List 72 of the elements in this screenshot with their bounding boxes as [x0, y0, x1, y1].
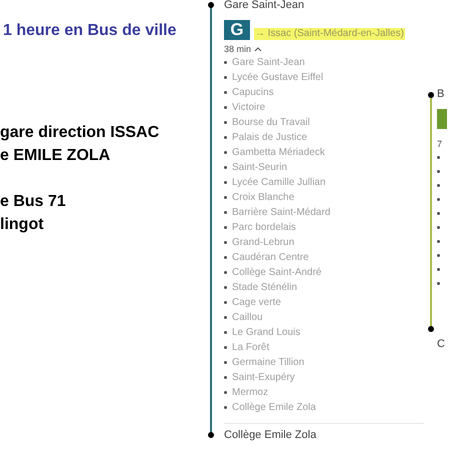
- bullet-icon: [224, 106, 227, 109]
- text-line: gare direction ISSAC: [0, 123, 160, 143]
- line-badge: [437, 109, 447, 129]
- bullet-icon: [224, 316, 227, 319]
- stop-name: Bourse du Travail: [232, 116, 310, 130]
- stop-name: Lycée Camille Jullian: [232, 176, 326, 190]
- bullet-icon: [437, 268, 440, 270]
- stop-name: Victoire: [232, 101, 266, 115]
- chevron-up-icon: [254, 46, 262, 52]
- stop-name: Caudéran Centre: [232, 251, 309, 265]
- departure-stop: B: [437, 88, 446, 100]
- bullet-icon: [437, 156, 440, 158]
- bullet-icon: [224, 346, 227, 349]
- stop-name: Saint-Seurin: [232, 161, 288, 175]
- text-line: lingot: [0, 215, 45, 235]
- bullet-icon: [224, 286, 227, 289]
- bullet-icon: [224, 136, 227, 139]
- bullet-icon: [437, 212, 440, 214]
- stop-name: Croix Blanche: [232, 191, 294, 205]
- stop-name: Barrière Saint-Médard: [232, 206, 330, 220]
- arrival-stop: C: [437, 338, 446, 350]
- stop-name: Collège Saint-André: [232, 266, 322, 280]
- stop-name: Gambetta Mériadeck: [232, 146, 325, 160]
- bullet-icon: [224, 406, 227, 409]
- bullet-icon: [224, 376, 227, 379]
- bullet-icon: [224, 61, 227, 64]
- bullet-icon: [224, 391, 227, 394]
- bullet-icon: [437, 170, 440, 172]
- stop-name: Cage verte: [232, 296, 281, 310]
- bullet-icon: [224, 121, 227, 124]
- stop-name: La Forêt: [232, 341, 270, 355]
- bullet-icon: [437, 282, 440, 284]
- bullet-icon: [224, 361, 227, 364]
- bullet-icon: [224, 196, 227, 199]
- stop-name: Gare Saint-Jean: [232, 56, 305, 70]
- bullet-icon: [437, 254, 440, 256]
- stop-name: Germaine Tillion: [232, 356, 304, 370]
- stop-name: Caillou: [232, 311, 263, 325]
- stop-name: Parc bordelais: [232, 221, 296, 235]
- line-badge: G: [224, 20, 250, 40]
- stop-name: Grand-Lebrun: [232, 236, 294, 250]
- stop-name: Collège Emile Zola: [232, 401, 316, 415]
- stop-name: Palais de Justice: [232, 131, 308, 145]
- bullet-icon: [224, 151, 227, 154]
- bullet-icon: [437, 226, 440, 228]
- bullet-icon: [224, 166, 227, 169]
- text-line: e EMILE ZOLA: [0, 146, 112, 166]
- bullet-icon: [224, 301, 227, 304]
- bullet-icon: [224, 331, 227, 334]
- stop-name: Saint-Exupéry: [232, 371, 295, 385]
- arrival-stop: Collège Emile Zola: [224, 429, 318, 442]
- departure-stop: Gare Saint-Jean: [224, 0, 306, 11]
- bullet-icon: [224, 256, 227, 259]
- bullet-icon: [224, 226, 227, 229]
- bullet-icon: [437, 240, 440, 242]
- bullet-icon: [224, 91, 227, 94]
- text-line: e Bus 71: [0, 192, 67, 212]
- bullet-icon: [224, 181, 227, 184]
- stop-name: Le Grand Louis: [232, 326, 300, 340]
- bullet-icon: [224, 76, 227, 79]
- bullet-icon: [224, 211, 227, 214]
- heading: 1 heure en Bus de ville: [2, 21, 178, 41]
- stop-name: Capucins: [232, 86, 274, 100]
- stop-name: Lycée Gustave Eiffel: [232, 71, 324, 85]
- duration-toggle[interactable]: 38 min: [224, 43, 426, 55]
- bullet-icon: [437, 184, 440, 186]
- stop-name: Stade Sténélin: [232, 281, 298, 295]
- bullet-icon: [224, 241, 227, 244]
- stop-name: Mermoz: [232, 386, 268, 400]
- duration-text: 7: [437, 138, 444, 150]
- bullet-icon: [224, 271, 227, 274]
- bullet-icon: [437, 198, 440, 200]
